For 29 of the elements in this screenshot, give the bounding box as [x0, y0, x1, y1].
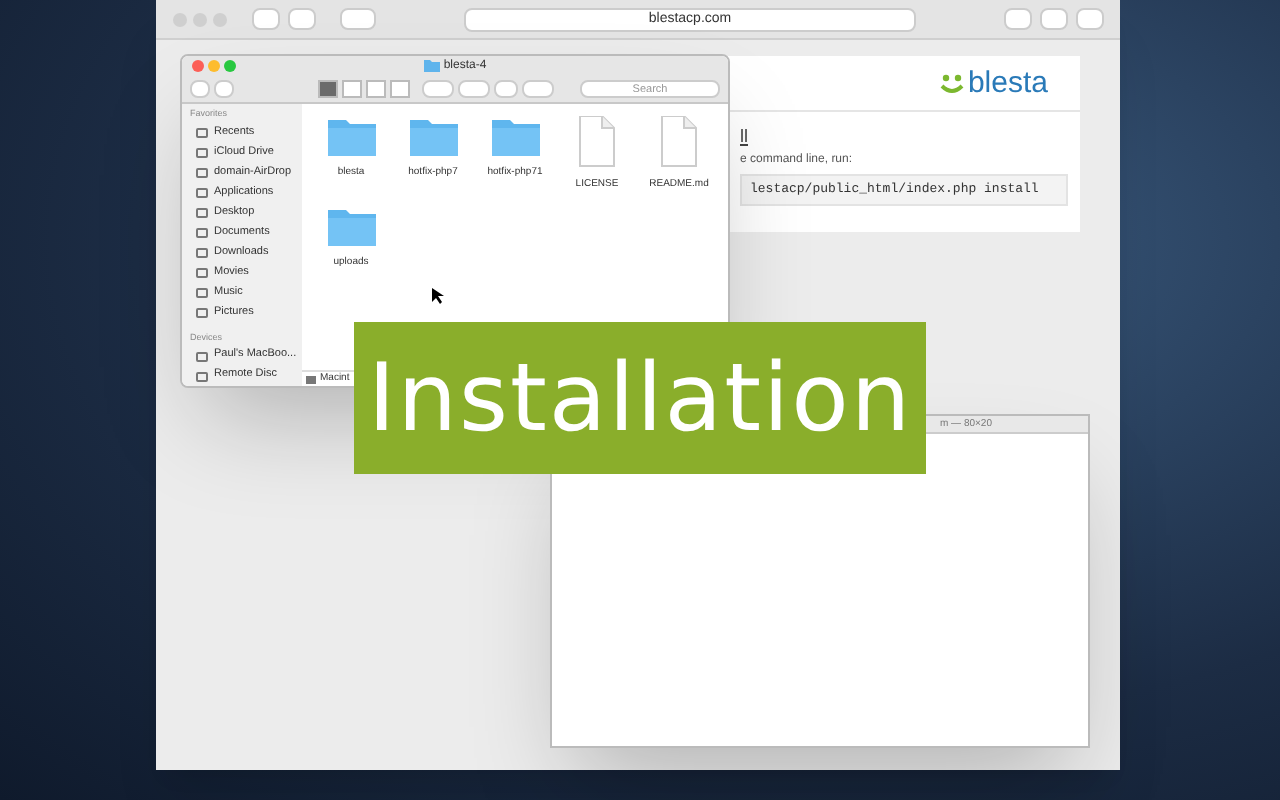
tags-button[interactable]: [522, 80, 554, 98]
folder-icon: [409, 116, 457, 156]
forward-button[interactable]: [288, 8, 316, 30]
share-button[interactable]: [1040, 8, 1068, 30]
folder-icon: [423, 58, 440, 72]
arrange-button[interactable]: [422, 80, 454, 98]
view-mode-button[interactable]: [390, 80, 410, 98]
document-icon: [660, 116, 698, 168]
view-mode-button[interactable]: [318, 80, 338, 98]
back-button[interactable]: [190, 80, 210, 98]
toolbar-button[interactable]: [1004, 8, 1032, 30]
folder-icon: [491, 116, 539, 156]
logo-text: blesta: [967, 68, 1048, 98]
smiley-logo-icon: [939, 72, 964, 94]
banner-text: Installation: [367, 351, 913, 445]
back-button[interactable]: [252, 8, 280, 30]
view-mode-button[interactable]: [342, 80, 362, 98]
window-controls-icon: [190, 58, 238, 74]
view-mode-button[interactable]: [366, 80, 386, 98]
folder-icon: [327, 206, 375, 246]
share-button[interactable]: [494, 80, 518, 98]
sidebar-button[interactable]: [340, 8, 376, 30]
folder-icon: [327, 116, 375, 156]
action-button[interactable]: [458, 80, 490, 98]
document-icon: [578, 116, 616, 168]
page-heading: ll: [740, 128, 750, 146]
tabs-button[interactable]: [1076, 8, 1104, 30]
mouse-pointer-icon: [432, 288, 444, 304]
forward-button[interactable]: [214, 80, 234, 98]
